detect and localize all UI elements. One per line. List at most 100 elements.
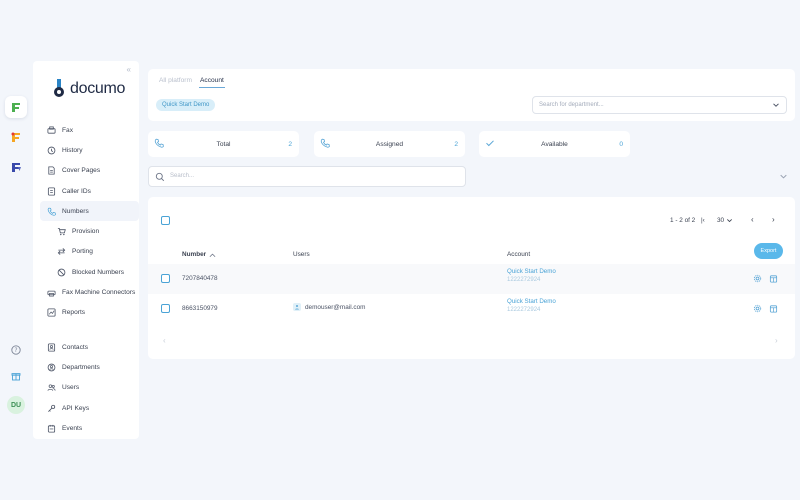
sidebar-item-label: Fax Machine Connectors <box>62 289 136 297</box>
calendar-icon[interactable] <box>769 304 778 315</box>
next-page-icon[interactable]: › <box>772 215 775 224</box>
documo-app-icon[interactable] <box>5 96 27 118</box>
mfax-app-icon[interactable] <box>5 126 27 148</box>
documo-logo-mark <box>53 79 67 99</box>
stat-assigned: Assigned 2 <box>314 131 465 157</box>
sidebar-item-label: Blocked Numbers <box>72 268 125 276</box>
swap-icon <box>57 248 66 256</box>
prev-page-icon[interactable]: ‹ <box>751 215 754 224</box>
svg-text:?: ? <box>14 347 17 354</box>
pagination-range: 1 - 2 of 2 <box>670 217 696 224</box>
sidebar-item-numbers[interactable]: Numbers <box>40 201 139 222</box>
user-avatar[interactable]: DU <box>7 396 25 414</box>
scope-panel: All platform Account Quick Start Demo Se… <box>148 69 795 121</box>
sidebar-item-contacts[interactable]: Contacts <box>33 337 139 357</box>
sidebar-item-porting[interactable]: Porting <box>33 242 139 262</box>
sidebar-item-users[interactable]: Users <box>33 378 139 398</box>
assigned-user[interactable]: demouser@mail.com <box>293 303 365 311</box>
first-page-icon[interactable]: |‹ <box>701 217 705 224</box>
sidebar-item-departments[interactable]: Departments <box>33 357 139 377</box>
sidebar-item-fax-machine-connectors[interactable]: Fax Machine Connectors <box>33 282 139 302</box>
stat-available: Available 0 <box>479 131 630 157</box>
users-icon <box>47 384 56 392</box>
scroll-left-icon[interactable]: ‹ <box>163 336 166 345</box>
sidebar-item-label: Users <box>62 384 80 392</box>
sidebar-item-label: Contacts <box>62 343 89 351</box>
contacts-icon <box>47 343 56 352</box>
calendar-icon[interactable] <box>769 274 778 285</box>
stat-count: 2 <box>288 140 292 148</box>
sidebar-item-cover-pages[interactable]: Cover Pages <box>33 161 139 181</box>
user-icon <box>293 303 301 311</box>
search-input[interactable]: Search... <box>148 166 466 187</box>
tab-all-platform[interactable]: All platform <box>159 77 192 84</box>
search-icon <box>155 172 165 184</box>
departments-icon <box>47 363 56 372</box>
column-header-label: Number <box>182 251 207 258</box>
logo-text: documo <box>70 80 126 97</box>
stat-total: Total 2 <box>148 131 299 157</box>
fax-app-icon[interactable] <box>5 156 27 178</box>
table-row[interactable]: 7207840478 Quick Start Demo 1222272924 <box>148 264 795 294</box>
app-rail: ? DU <box>0 0 32 500</box>
phone-number: 8663150979 <box>182 305 218 312</box>
settings-gear-icon[interactable] <box>753 274 762 285</box>
filters-toggle-chevron-icon[interactable] <box>779 172 788 183</box>
sidebar-item-blocked-numbers[interactable]: Blocked Numbers <box>33 262 139 282</box>
sidebar-item-history[interactable]: History <box>33 140 139 160</box>
chevron-down-icon <box>727 219 733 223</box>
account-chip[interactable]: Quick Start Demo <box>156 99 216 111</box>
account-name-link[interactable]: Quick Start Demo <box>507 298 556 305</box>
sidebar-item-api-keys[interactable]: API Keys <box>33 398 139 418</box>
stat-label: Total <box>216 140 231 148</box>
sidebar-item-events[interactable]: Events <box>33 418 139 438</box>
phone-icon <box>47 207 56 216</box>
account-id: 1222272924 <box>507 277 541 283</box>
select-all-checkbox[interactable] <box>161 216 170 225</box>
row-checkbox[interactable] <box>161 304 170 313</box>
sidebar-item-label: Provision <box>72 228 100 236</box>
department-select[interactable]: Search for department... <box>532 96 787 114</box>
sidebar-item-label: Fax <box>62 126 73 134</box>
sidebar-item-label: Cover Pages <box>62 167 101 175</box>
page-size-value: 30 <box>717 217 725 224</box>
chevron-down-icon <box>772 101 780 111</box>
sidebar-item-label: Numbers <box>62 207 89 215</box>
help-icon[interactable]: ? <box>9 343 23 357</box>
key-icon <box>48 404 56 412</box>
settings-gear-icon[interactable] <box>753 304 762 315</box>
sidebar-item-fax[interactable]: Fax <box>33 120 139 140</box>
row-checkbox[interactable] <box>161 274 170 283</box>
sidebar-item-label: API Keys <box>62 404 90 412</box>
collapse-sidebar-icon[interactable]: « <box>127 65 131 74</box>
department-select-placeholder: Search for department... <box>539 102 604 108</box>
stat-label: Assigned <box>375 140 404 148</box>
stat-count: 2 <box>454 140 458 148</box>
fax-icon <box>47 126 56 134</box>
account-id: 1222272924 <box>507 307 541 313</box>
sidebar-item-label: Caller IDs <box>62 187 91 195</box>
sidebar-item-provision[interactable]: Provision <box>33 221 139 241</box>
sidebar-item-caller-ids[interactable]: Caller IDs <box>33 181 139 201</box>
search-placeholder: Search... <box>170 173 195 179</box>
gift-icon[interactable] <box>9 369 23 383</box>
table-row[interactable]: 8663150979 demouser@mail.com Quick Start… <box>148 294 795 324</box>
tab-account[interactable]: Account <box>200 77 224 84</box>
sidebar-item-reports[interactable]: Reports <box>33 303 139 323</box>
caller-id-icon <box>47 187 56 196</box>
account-name-link[interactable]: Quick Start Demo <box>507 268 556 275</box>
page-size-select[interactable]: 30 <box>717 217 733 224</box>
scroll-right-icon[interactable]: › <box>775 336 778 345</box>
sidebar-nav: Fax History Cover Pages Caller IDs Numbe… <box>33 120 139 438</box>
stat-count: 0 <box>619 140 623 148</box>
history-icon <box>47 146 56 155</box>
sidebar-item-label: Porting <box>72 248 93 256</box>
document-icon <box>48 166 55 175</box>
column-header-number[interactable]: Number <box>182 251 216 258</box>
active-tab-indicator <box>199 87 225 88</box>
sidebar-item-label: Reports <box>62 309 86 317</box>
cart-icon <box>57 228 66 236</box>
export-button[interactable]: Export <box>754 243 783 259</box>
sort-icon <box>209 253 216 257</box>
stat-label: Available <box>541 140 568 148</box>
